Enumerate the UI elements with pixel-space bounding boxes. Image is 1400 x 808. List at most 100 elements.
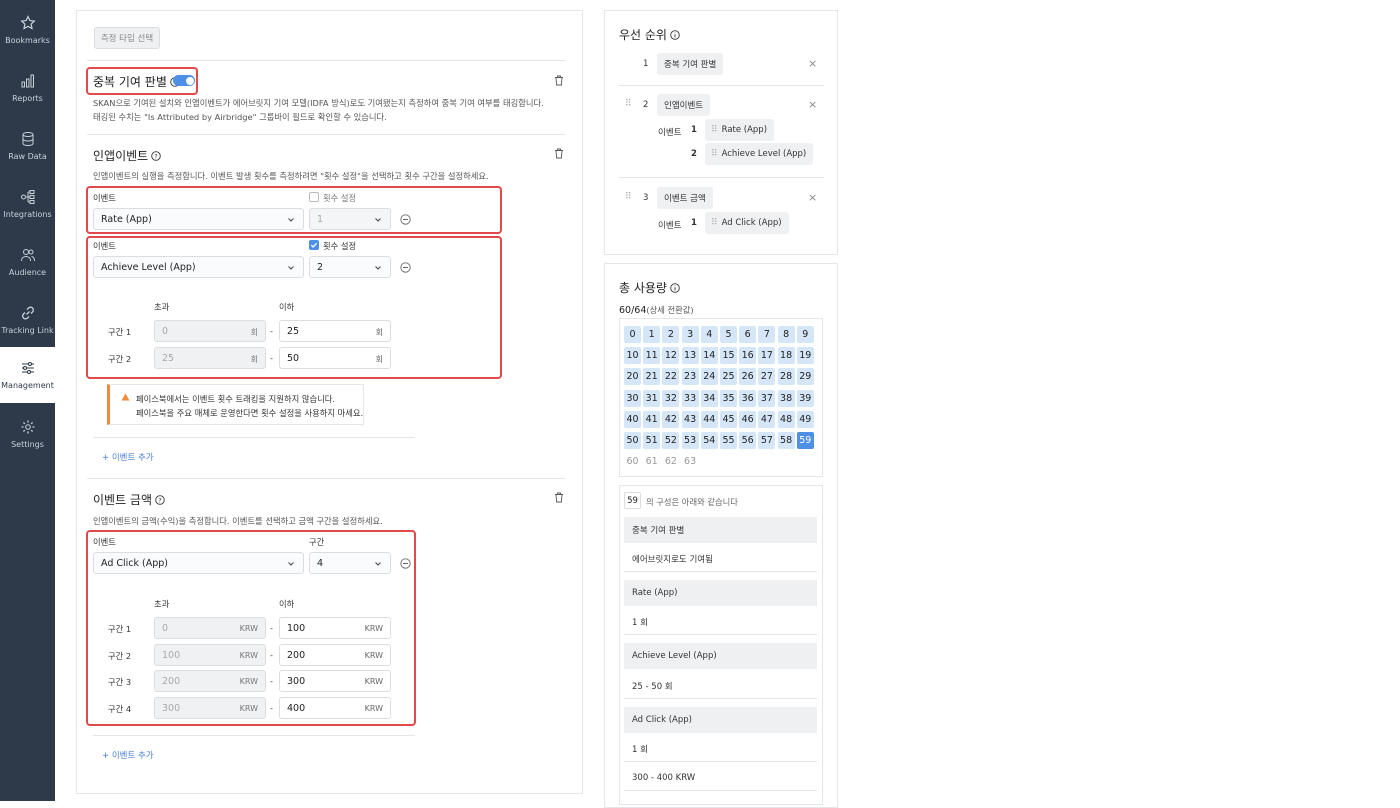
conversion-value-cell[interactable]: 19 [796, 347, 814, 365]
conversion-value-cell[interactable]: 9 [796, 326, 814, 343]
conversion-value-cell[interactable]: 50 [624, 432, 641, 449]
conversion-value-cell[interactable]: 55 [720, 432, 737, 449]
drag-handle-icon[interactable]: ⠿ [711, 218, 718, 228]
help-icon[interactable]: ? [155, 495, 165, 505]
conversion-value-cell[interactable]: 30 [624, 389, 641, 407]
conversion-value-cell[interactable]: 12 [662, 347, 680, 365]
conversion-value-cell[interactable]: 44 [700, 410, 718, 428]
range-to-input[interactable]: 400 KRW [279, 697, 391, 719]
conversion-value-cell[interactable]: 53 [681, 432, 699, 449]
count-select[interactable]: 1 [309, 208, 391, 230]
conversion-value-cell[interactable]: 48 [777, 410, 795, 428]
conversion-value-cell[interactable]: 39 [796, 389, 814, 407]
conversion-value-cell[interactable]: 16 [739, 347, 757, 365]
close-icon[interactable]: × [808, 57, 817, 70]
conversion-value-cell[interactable]: 60 [624, 453, 641, 470]
conversion-value-cell[interactable]: 38 [777, 389, 795, 407]
trash-icon[interactable] [554, 492, 564, 503]
conversion-value-cell[interactable]: 11 [643, 347, 661, 365]
trash-icon[interactable] [554, 148, 564, 159]
range-to-input[interactable]: 25 회 [279, 320, 391, 342]
conversion-value-cell[interactable]: 3 [681, 326, 699, 343]
conversion-value-cell[interactable]: 47 [758, 410, 776, 428]
conversion-value-cell[interactable]: 14 [700, 347, 718, 365]
sidebar-item-settings[interactable]: Settings [0, 406, 55, 462]
conversion-value-cell[interactable]: 31 [643, 389, 661, 407]
help-icon[interactable]: ? [151, 151, 161, 161]
range-to-input[interactable]: 200 KRW [279, 644, 391, 666]
conversion-value-cell[interactable]: 6 [739, 326, 757, 343]
conversion-value-cell[interactable]: 10 [624, 347, 641, 365]
conversion-value-cell[interactable]: 36 [739, 389, 757, 407]
conversion-value-cell[interactable]: 58 [777, 432, 795, 449]
conversion-value-cell[interactable]: 13 [681, 347, 699, 365]
conversion-value-cell[interactable]: 49 [796, 410, 814, 428]
remove-circle-icon[interactable] [400, 262, 411, 273]
info-icon[interactable] [670, 283, 680, 293]
sidebar-item-tracking-link[interactable]: Tracking Link [0, 292, 55, 348]
conversion-value-cell[interactable]: 52 [662, 432, 680, 449]
conversion-value-cell[interactable]: 51 [643, 432, 661, 449]
conversion-value-cell[interactable]: 18 [777, 347, 795, 365]
conversion-value-cell[interactable]: 35 [720, 389, 737, 407]
conversion-value-cell[interactable]: 21 [643, 368, 661, 386]
conversion-value-cell[interactable]: 25 [720, 368, 737, 386]
sidebar-item-raw-data[interactable]: Raw Data [0, 118, 55, 174]
conversion-value-cell[interactable]: 5 [720, 326, 737, 343]
remove-circle-icon[interactable] [400, 558, 411, 569]
conversion-value-cell[interactable]: 7 [758, 326, 776, 343]
info-icon[interactable] [670, 30, 680, 40]
close-icon[interactable]: × [808, 98, 817, 111]
conversion-value-cell[interactable]: 56 [739, 432, 757, 449]
conversion-value-cell[interactable]: 63 [682, 453, 699, 470]
conversion-value-cell[interactable]: 0 [624, 326, 641, 343]
remove-circle-icon[interactable] [400, 214, 411, 225]
conversion-value-cell[interactable]: 54 [700, 432, 718, 449]
conversion-value-cell[interactable]: 1 [643, 326, 661, 343]
range-to-input[interactable]: 50 회 [279, 347, 391, 369]
conversion-value-cell[interactable]: 33 [681, 389, 699, 407]
conversion-value-cell[interactable]: 29 [796, 368, 814, 386]
conversion-value-cell[interactable]: 17 [758, 347, 776, 365]
add-event-link[interactable]: + 이벤트 추가 [102, 451, 154, 463]
conversion-value-cell[interactable]: 32 [662, 389, 680, 407]
conversion-value-cell[interactable]: 62 [662, 453, 679, 470]
conversion-value-cell[interactable]: 20 [624, 368, 641, 386]
sidebar-item-bookmarks[interactable]: Bookmarks [0, 2, 55, 58]
drag-handle-icon[interactable]: ⠿ [625, 192, 632, 202]
event-select[interactable]: Achieve Level (App) [93, 256, 304, 278]
conversion-value-cell[interactable]: 2 [662, 326, 680, 343]
conversion-value-cell[interactable]: 27 [758, 368, 776, 386]
sidebar-item-integrations[interactable]: Integrations [0, 176, 55, 232]
conversion-value-cell[interactable]: 61 [643, 453, 660, 470]
conversion-value-cell[interactable]: 23 [681, 368, 699, 386]
range-count-select[interactable]: 4 [309, 552, 391, 574]
conversion-value-cell[interactable]: 24 [700, 368, 718, 386]
conversion-value-cell[interactable]: 28 [777, 368, 795, 386]
sidebar-item-audience[interactable]: Audience [0, 234, 55, 290]
close-icon[interactable]: × [808, 191, 817, 204]
conversion-value-cell[interactable]: 43 [681, 410, 699, 428]
conversion-value-cell[interactable]: 46 [739, 410, 757, 428]
conversion-value-cell[interactable]: 8 [777, 326, 795, 343]
count-checkbox[interactable] [309, 192, 319, 202]
event-select[interactable]: Ad Click (App) [93, 552, 304, 574]
sidebar-item-management[interactable]: Management [0, 347, 55, 403]
event-select[interactable]: Rate (App) [93, 208, 304, 230]
conversion-value-cell[interactable]: 26 [739, 368, 757, 386]
count-select[interactable]: 2 [309, 256, 391, 278]
range-to-input[interactable]: 300 KRW [279, 670, 391, 692]
sidebar-item-reports[interactable]: Reports [0, 60, 55, 116]
count-checkbox[interactable] [309, 240, 319, 250]
conversion-value-cell[interactable]: 59 [796, 432, 814, 449]
drag-handle-icon[interactable]: ⠿ [711, 149, 718, 159]
conversion-value-cell[interactable]: 57 [758, 432, 776, 449]
conversion-value-cell[interactable]: 34 [700, 389, 718, 407]
conversion-value-cell[interactable]: 37 [758, 389, 776, 407]
conversion-value-cell[interactable]: 45 [720, 410, 737, 428]
trash-icon[interactable] [554, 75, 564, 86]
conversion-value-cell[interactable]: 40 [624, 410, 641, 428]
conversion-value-cell[interactable]: 4 [700, 326, 718, 343]
add-event-link[interactable]: + 이벤트 추가 [102, 749, 154, 761]
measure-type-button[interactable]: 측정 타입 선택 [94, 27, 160, 49]
